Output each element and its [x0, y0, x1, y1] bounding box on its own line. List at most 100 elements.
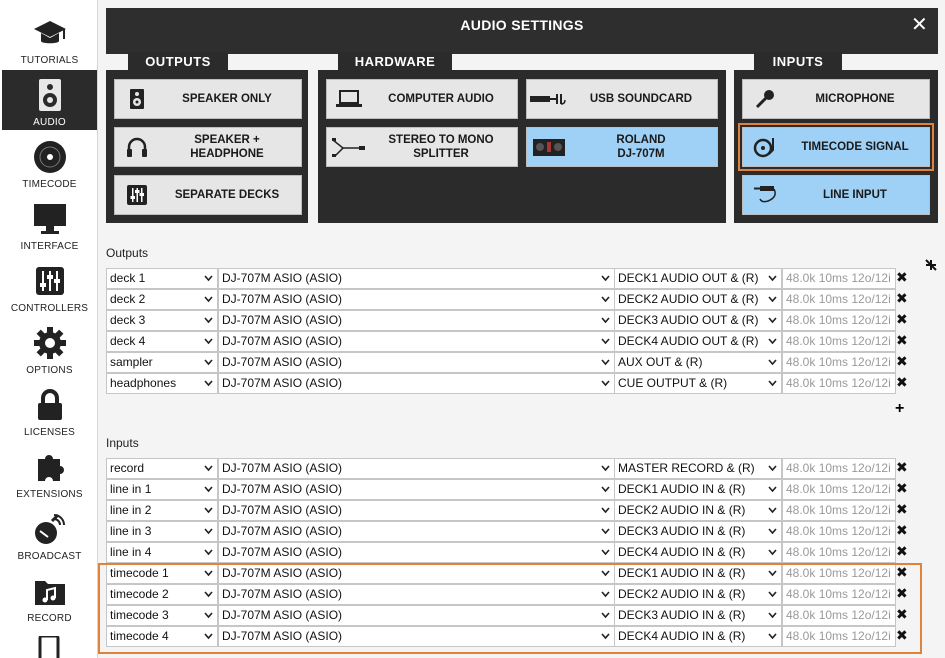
port-select[interactable]: DECK1 AUDIO OUT & (R) — [614, 268, 782, 289]
sidebar-item-controllers[interactable]: CONTROLLERS — [2, 256, 97, 316]
channel-select[interactable]: sampler — [106, 352, 218, 373]
sidebar-item-label: TIMECODE — [22, 179, 77, 190]
port-select[interactable]: DECK2 AUDIO OUT & (R) — [614, 289, 782, 310]
sidebar-item-options[interactable]: OPTIONS — [2, 318, 97, 378]
device-select-value: DJ-707M ASIO (ASIO) — [222, 482, 343, 496]
phone-icon[interactable] — [38, 634, 60, 658]
sidebar-item-label: BROADCAST — [17, 551, 82, 562]
device-select[interactable]: DJ-707M ASIO (ASIO) — [218, 352, 615, 373]
chevron-down-icon — [601, 353, 610, 372]
device-select-value: DJ-707M ASIO (ASIO) — [222, 461, 343, 475]
port-select-value: DECK2 AUDIO OUT & (R) — [618, 292, 759, 306]
add-output-button[interactable]: + — [895, 400, 904, 418]
sidebar-item-licenses[interactable]: LICENSES — [2, 380, 97, 440]
sidebar-item-tutorials[interactable]: TUTORIALS — [2, 8, 97, 68]
device-select-value: DJ-707M ASIO (ASIO) — [222, 292, 343, 306]
channel-select-value: line in 1 — [110, 482, 152, 496]
device-select[interactable]: DJ-707M ASIO (ASIO) — [218, 310, 615, 331]
timecode-signal-button[interactable]: TIMECODE SIGNAL — [738, 123, 934, 171]
port-select[interactable]: DECK3 AUDIO OUT & (R) — [614, 310, 782, 331]
device-select[interactable]: DJ-707M ASIO (ASIO) — [218, 542, 615, 563]
chevron-down-icon — [768, 459, 777, 478]
remove-row-icon[interactable]: ✖ — [896, 459, 908, 476]
sidebar-item-label: AUDIO — [33, 117, 66, 128]
remove-row-icon[interactable]: ✖ — [896, 374, 908, 391]
port-select-value: DECK3 AUDIO IN & (R) — [618, 524, 746, 538]
button-label: SPEAKER ONLY — [182, 93, 272, 105]
remove-row-icon[interactable]: ✖ — [896, 543, 908, 560]
microphone-button[interactable]: MICROPHONE — [742, 79, 930, 119]
device-select[interactable]: DJ-707M ASIO (ASIO) — [218, 268, 615, 289]
device-info-value: 48.0k 10ms 12o/12i — [786, 524, 891, 538]
remove-row-icon[interactable]: ✖ — [896, 522, 908, 539]
channel-select[interactable]: deck 2 — [106, 289, 218, 310]
sidebar-item-extensions[interactable]: EXTENSIONS — [2, 442, 97, 502]
sidebar-item-timecode[interactable]: TIMECODE — [2, 132, 97, 192]
remove-row-icon[interactable]: ✖ — [896, 332, 908, 349]
channel-select[interactable]: deck 3 — [106, 310, 218, 331]
gear-icon — [2, 324, 97, 362]
collapse-arrows-icon[interactable] — [924, 258, 938, 277]
close-icon[interactable]: ✕ — [911, 8, 928, 42]
speaker-only-button[interactable]: SPEAKER ONLY — [114, 79, 302, 119]
chevron-down-icon — [601, 522, 610, 541]
sidebar-item-broadcast[interactable]: BROADCAST — [2, 504, 97, 564]
usb-soundcard-button[interactable]: USB SOUNDCARD — [526, 79, 718, 119]
speaker-headphone-button[interactable]: SPEAKER + HEADPHONE — [114, 127, 302, 167]
channel-select[interactable]: line in 2 — [106, 500, 218, 521]
remove-row-icon[interactable]: ✖ — [896, 269, 908, 286]
chevron-down-icon — [204, 501, 213, 520]
port-select[interactable]: DECK3 AUDIO IN & (R) — [614, 521, 782, 542]
device-select[interactable]: DJ-707M ASIO (ASIO) — [218, 373, 615, 394]
device-select[interactable]: DJ-707M ASIO (ASIO) — [218, 500, 615, 521]
separate-decks-button[interactable]: SEPARATE DECKS — [114, 175, 302, 215]
channel-select[interactable]: record — [106, 458, 218, 479]
lock-icon — [2, 386, 97, 424]
device-select-value: DJ-707M ASIO (ASIO) — [222, 334, 343, 348]
chevron-down-icon — [768, 543, 777, 562]
port-select[interactable]: DECK1 AUDIO IN & (R) — [614, 479, 782, 500]
remove-row-icon[interactable]: ✖ — [896, 501, 908, 518]
port-select[interactable]: DECK4 AUDIO IN & (R) — [614, 542, 782, 563]
device-info-value: 48.0k 10ms 12o/12i — [786, 334, 891, 348]
sidebar-item-label: LICENSES — [23, 427, 76, 438]
button-label: TIMECODE SIGNAL — [801, 141, 909, 153]
chevron-down-icon — [768, 480, 777, 499]
computer-audio-button[interactable]: COMPUTER AUDIO — [326, 79, 518, 119]
line-input-button[interactable]: LINE INPUT — [742, 175, 930, 215]
channel-select[interactable]: deck 4 — [106, 331, 218, 352]
button-label: SEPARATE DECKS — [174, 189, 280, 201]
remove-row-icon[interactable]: ✖ — [896, 290, 908, 307]
roland-dj-707m-button[interactable]: ROLAND DJ-707M — [526, 127, 718, 167]
remove-row-icon[interactable]: ✖ — [896, 480, 908, 497]
device-select[interactable]: DJ-707M ASIO (ASIO) — [218, 458, 615, 479]
stereo-to-mono-splitter-button[interactable]: STEREO TO MONO SPLITTER — [326, 127, 518, 167]
channel-select[interactable]: headphones — [106, 373, 218, 394]
device-select[interactable]: DJ-707M ASIO (ASIO) — [218, 521, 615, 542]
sidebar-item-record[interactable]: RECORD — [2, 566, 97, 626]
channel-select[interactable]: line in 1 — [106, 479, 218, 500]
port-select[interactable]: MASTER RECORD & (R) — [614, 458, 782, 479]
port-select[interactable]: DECK2 AUDIO IN & (R) — [614, 500, 782, 521]
device-select[interactable]: DJ-707M ASIO (ASIO) — [218, 289, 615, 310]
channel-select[interactable]: line in 3 — [106, 521, 218, 542]
chevron-down-icon — [768, 290, 777, 309]
channel-select-value: line in 4 — [110, 545, 152, 559]
port-select[interactable]: AUX OUT & (R) — [614, 352, 782, 373]
window-titlebar: AUDIO SETTINGS ✕ — [106, 8, 938, 42]
port-select[interactable]: CUE OUTPUT & (R) — [614, 373, 782, 394]
sidebar-item-audio[interactable]: AUDIO — [2, 70, 97, 130]
chevron-down-icon — [768, 522, 777, 541]
chevron-down-icon — [768, 332, 777, 351]
channel-select[interactable]: deck 1 — [106, 268, 218, 289]
port-select[interactable]: DECK4 AUDIO OUT & (R) — [614, 331, 782, 352]
sidebar-item-interface[interactable]: INTERFACE — [2, 194, 97, 254]
remove-row-icon[interactable]: ✖ — [896, 311, 908, 328]
device-info: 48.0k 10ms 12o/12i — [782, 479, 896, 500]
device-select[interactable]: DJ-707M ASIO (ASIO) — [218, 479, 615, 500]
device-select-value: DJ-707M ASIO (ASIO) — [222, 545, 343, 559]
sidebar-item-label: TUTORIALS — [20, 55, 79, 66]
device-select[interactable]: DJ-707M ASIO (ASIO) — [218, 331, 615, 352]
remove-row-icon[interactable]: ✖ — [896, 353, 908, 370]
channel-select[interactable]: line in 4 — [106, 542, 218, 563]
